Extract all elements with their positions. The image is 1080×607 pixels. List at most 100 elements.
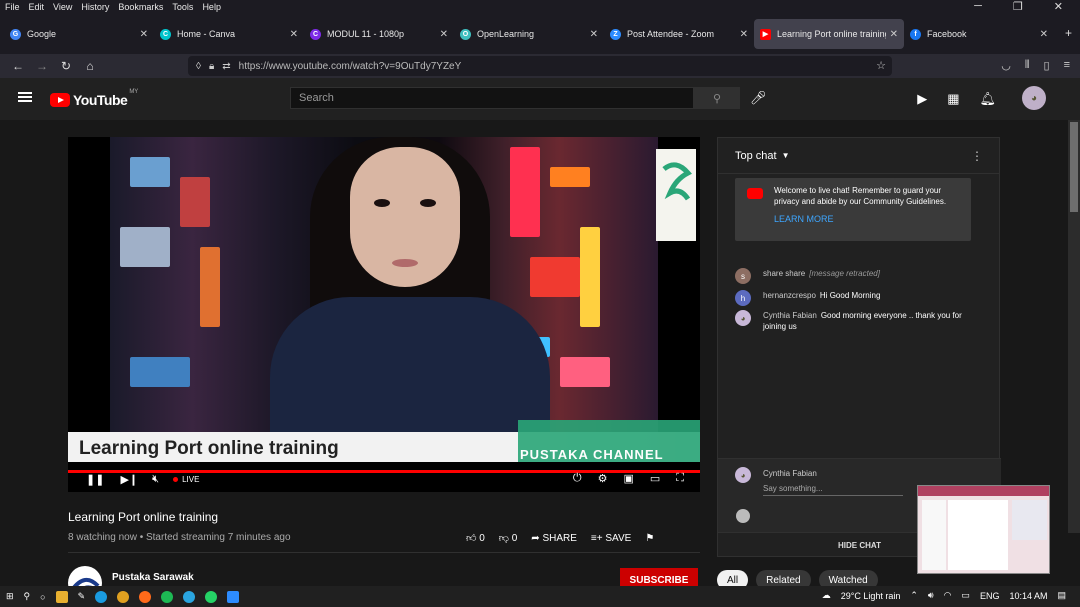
- autoplay-toggle-icon[interactable]: ⏻: [573, 472, 582, 485]
- page-scrollbar[interactable]: [1068, 120, 1080, 533]
- bookmark-star-icon[interactable]: ☆: [876, 59, 886, 72]
- spotify-icon[interactable]: [161, 590, 174, 603]
- clock[interactable]: 10:14 AM: [1009, 591, 1047, 601]
- video-player[interactable]: Learning Port online training PUSTAKA CH…: [68, 137, 700, 492]
- search-input[interactable]: Search: [290, 87, 694, 109]
- notifications-icon[interactable]: ▤: [1057, 590, 1066, 601]
- battery-icon[interactable]: ▭: [961, 590, 970, 601]
- tray-chevron-icon[interactable]: ⌃: [910, 590, 918, 601]
- tab-bar: G Google ✕ C Home - Canva ✕ C MODUL 11 -…: [0, 14, 1080, 54]
- miniplayer-icon[interactable]: ▣: [623, 472, 633, 485]
- save-button[interactable]: ≡+ SAVE: [591, 533, 631, 544]
- forward-icon[interactable]: →: [30, 59, 54, 73]
- microphone-icon[interactable]: 🎤︎: [750, 90, 767, 106]
- close-window-icon[interactable]: ✕: [1054, 0, 1063, 13]
- permissions-icon[interactable]: ⇄: [222, 61, 230, 72]
- telegram-icon[interactable]: [183, 590, 196, 603]
- home-icon[interactable]: ⌂: [78, 59, 102, 73]
- like-count: 0: [479, 533, 485, 544]
- save-label: SAVE: [605, 532, 632, 544]
- video-title: Learning Port online training: [68, 510, 219, 524]
- dislike-button[interactable]: 👎︎ 0: [499, 532, 518, 544]
- close-tab-icon[interactable]: ✕: [590, 29, 598, 40]
- pause-icon[interactable]: ❚❚: [86, 473, 104, 486]
- live-badge[interactable]: LIVE: [173, 475, 199, 484]
- floating-preview-window[interactable]: [917, 485, 1050, 574]
- edge-icon[interactable]: [95, 590, 108, 603]
- next-icon[interactable]: ▶❙: [120, 473, 138, 486]
- channel-banner-text: PUSTAKA CHANNEL: [520, 447, 664, 462]
- chrome-icon[interactable]: [117, 590, 130, 603]
- lock-icon[interactable]: 🔒︎: [209, 61, 214, 72]
- close-tab-icon[interactable]: ✕: [290, 29, 298, 40]
- tab-openlearning[interactable]: O OpenLearning ✕: [454, 19, 604, 49]
- tab-zoom[interactable]: Z Post Attendee - Zoom ✕: [604, 19, 754, 49]
- search-button[interactable]: ⚲: [694, 87, 740, 109]
- menu-history[interactable]: History: [81, 2, 109, 12]
- close-tab-icon[interactable]: ✕: [890, 29, 898, 40]
- top-chat-dropdown[interactable]: Top chat: [735, 150, 777, 162]
- menu-view[interactable]: View: [53, 2, 72, 12]
- menu-tools[interactable]: Tools: [172, 2, 193, 12]
- youtube-logo[interactable]: YouTube MY: [50, 89, 138, 108]
- menu-help[interactable]: Help: [202, 2, 221, 12]
- reload-icon[interactable]: ↻: [54, 59, 78, 73]
- account-avatar[interactable]: ◕: [1022, 86, 1046, 110]
- pen-icon[interactable]: ✎: [78, 591, 86, 602]
- minimize-icon[interactable]: ─: [974, 0, 982, 13]
- firefox-icon[interactable]: [139, 590, 152, 603]
- weather-text[interactable]: 29°C Light rain: [841, 591, 901, 601]
- emoji-icon[interactable]: [736, 509, 750, 523]
- create-video-icon[interactable]: ▶: [917, 91, 927, 107]
- file-explorer-icon[interactable]: [55, 590, 68, 603]
- notifications-bell-icon[interactable]: 🔔︎: [979, 91, 996, 107]
- fullscreen-icon[interactable]: ⛶: [676, 472, 684, 485]
- report-flag-icon[interactable]: ⚑: [645, 533, 654, 544]
- apps-grid-icon[interactable]: ▦: [947, 91, 959, 107]
- channel-name[interactable]: Pustaka Sarawak: [112, 572, 194, 583]
- library-icon[interactable]: ⫴: [1025, 59, 1030, 72]
- theater-mode-icon[interactable]: ▭: [650, 472, 660, 485]
- task-view-icon[interactable]: ○: [40, 592, 45, 602]
- share-button[interactable]: ➦ SHARE: [531, 533, 577, 544]
- back-icon[interactable]: ←: [6, 59, 30, 73]
- like-button[interactable]: 👍︎ 0: [466, 532, 485, 544]
- language-indicator[interactable]: ENG: [980, 591, 1000, 601]
- tab-facebook[interactable]: f Facebook ✕: [904, 19, 1054, 49]
- settings-gear-icon[interactable]: ⚙: [598, 472, 608, 485]
- close-tab-icon[interactable]: ✕: [140, 29, 148, 40]
- learn-more-link[interactable]: LEARN MORE: [774, 214, 964, 225]
- shield-icon[interactable]: ◊: [196, 61, 201, 72]
- hamburger-menu-icon[interactable]: [18, 92, 32, 102]
- sidebar-icon[interactable]: ▯: [1044, 59, 1050, 72]
- tab-modul[interactable]: C MODUL 11 - 1080p ✕: [304, 19, 454, 49]
- youtube-header: YouTube MY Search ⚲ 🎤︎ ▶ ▦ 🔔︎ ◕: [0, 78, 1080, 120]
- app-menu-icon[interactable]: ≡: [1064, 59, 1070, 72]
- tab-canva-home[interactable]: C Home - Canva ✕: [154, 19, 304, 49]
- volume-icon[interactable]: 🔊︎: [928, 590, 934, 601]
- wifi-icon[interactable]: ◠: [944, 590, 952, 601]
- pocket-icon[interactable]: ◡: [1001, 59, 1011, 72]
- new-tab-icon[interactable]: +: [1065, 26, 1072, 40]
- weather-icon[interactable]: ☁: [822, 590, 831, 601]
- close-tab-icon[interactable]: ✕: [440, 29, 448, 40]
- windows-start-icon[interactable]: ⊞: [6, 591, 14, 602]
- chat-input[interactable]: Say something...: [763, 484, 903, 496]
- restore-icon[interactable]: ❐: [1013, 0, 1023, 13]
- chevron-down-icon[interactable]: ▼: [782, 151, 790, 160]
- close-tab-icon[interactable]: ✕: [740, 29, 748, 40]
- tab-title: Post Attendee - Zoom: [627, 29, 715, 39]
- zoom-icon[interactable]: [227, 590, 240, 603]
- close-tab-icon[interactable]: ✕: [1040, 29, 1048, 40]
- menu-bookmarks[interactable]: Bookmarks: [118, 2, 163, 12]
- taskbar-search-icon[interactable]: ⚲: [24, 591, 31, 602]
- more-options-icon[interactable]: ⋮: [971, 149, 983, 163]
- menu-edit[interactable]: Edit: [29, 2, 45, 12]
- whatsapp-icon[interactable]: [205, 590, 218, 603]
- mute-icon[interactable]: 🔇︎: [152, 473, 159, 486]
- scrollbar-thumb[interactable]: [1070, 122, 1078, 212]
- menu-file[interactable]: File: [5, 2, 20, 12]
- tab-youtube[interactable]: ▶ Learning Port online training ✕: [754, 19, 904, 49]
- tab-google[interactable]: G Google ✕: [4, 19, 154, 49]
- address-bar[interactable]: ◊ 🔒︎ ⇄ https://www.youtube.com/watch?v=9…: [188, 56, 892, 76]
